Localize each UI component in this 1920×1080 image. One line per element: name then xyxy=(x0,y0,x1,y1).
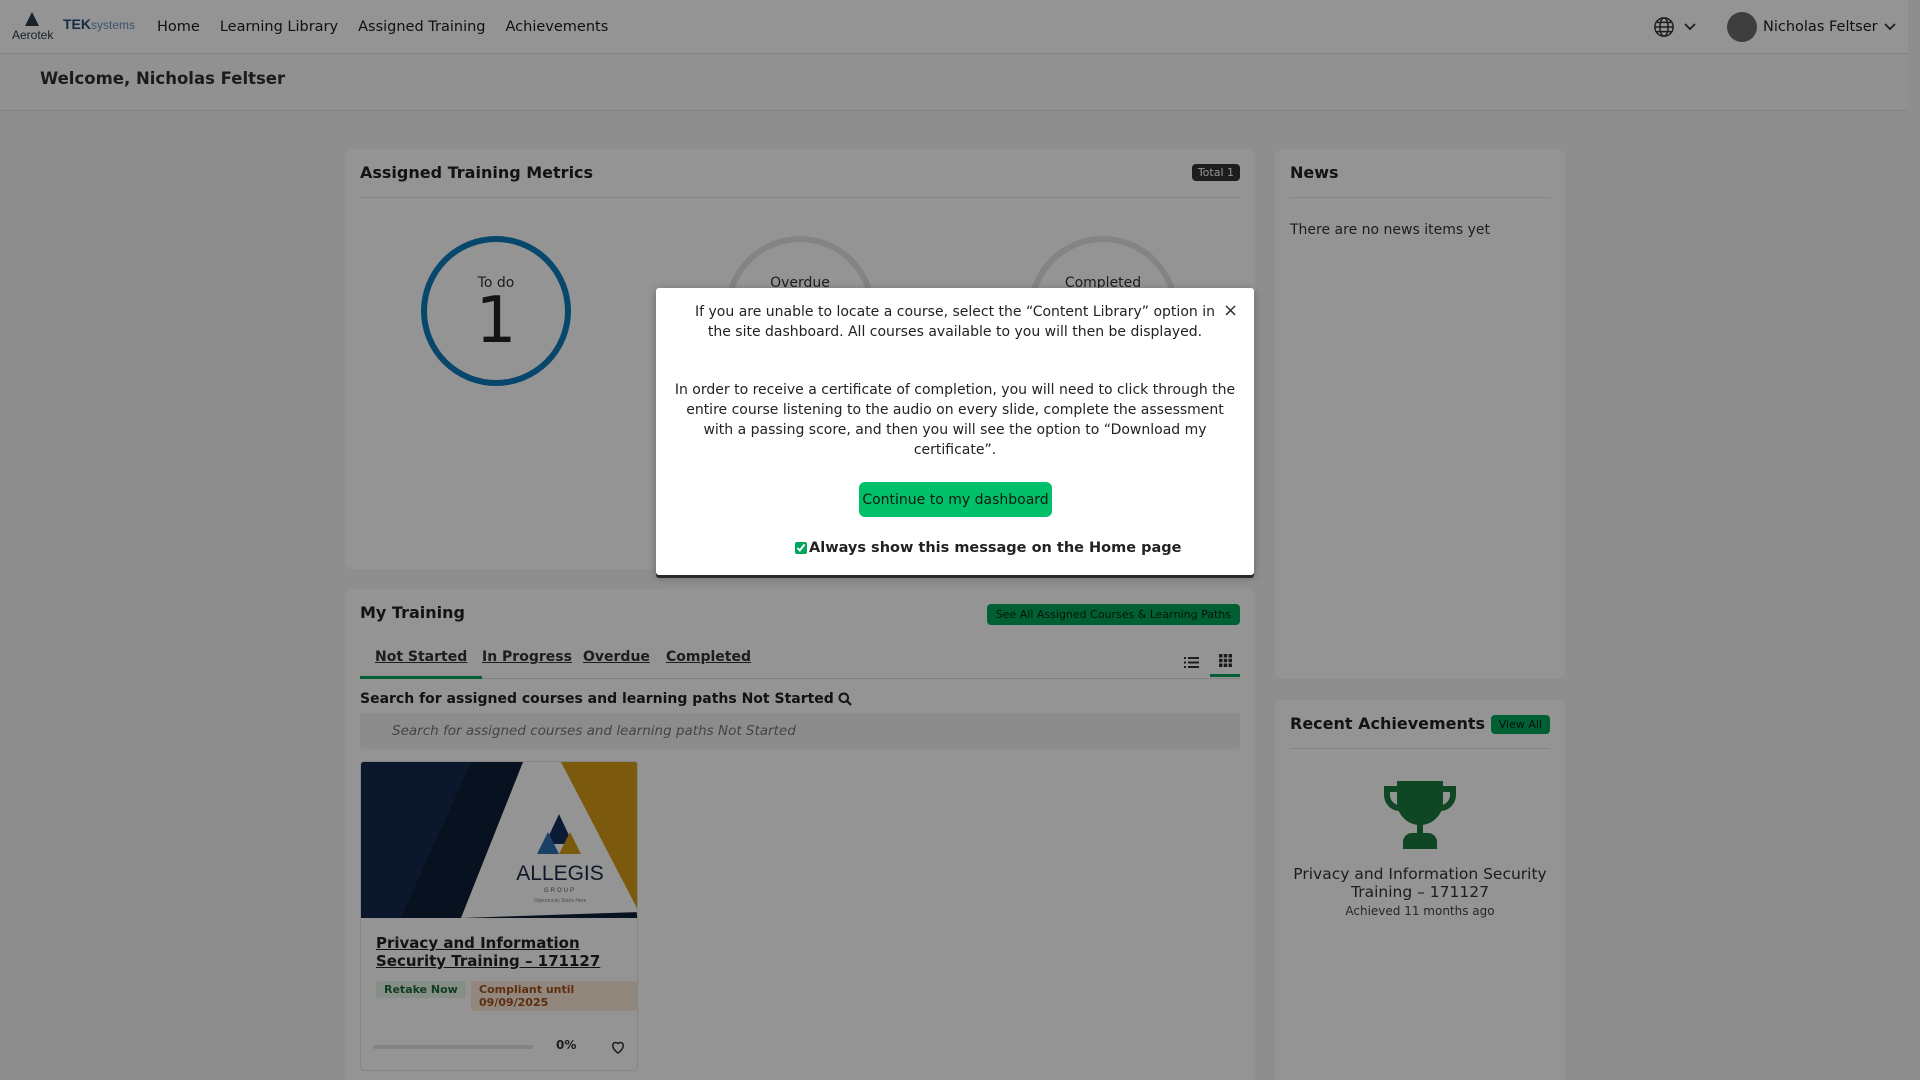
always-show-checkbox-label: Always show this message on the Home pag… xyxy=(809,540,1182,556)
modal-paragraph-2: In order to receive a certificate of com… xyxy=(674,382,1236,458)
continue-to-dashboard-button[interactable]: Continue to my dashboard xyxy=(859,482,1052,517)
modal-paragraph-1: If you are unable to locate a course, se… xyxy=(695,304,1215,340)
close-icon[interactable]: × xyxy=(1223,302,1238,320)
always-show-checkbox-row[interactable]: Always show this message on the Home pag… xyxy=(795,540,1182,556)
info-modal: × If you are unable to locate a course, … xyxy=(656,288,1254,575)
always-show-checkbox[interactable] xyxy=(795,542,807,554)
